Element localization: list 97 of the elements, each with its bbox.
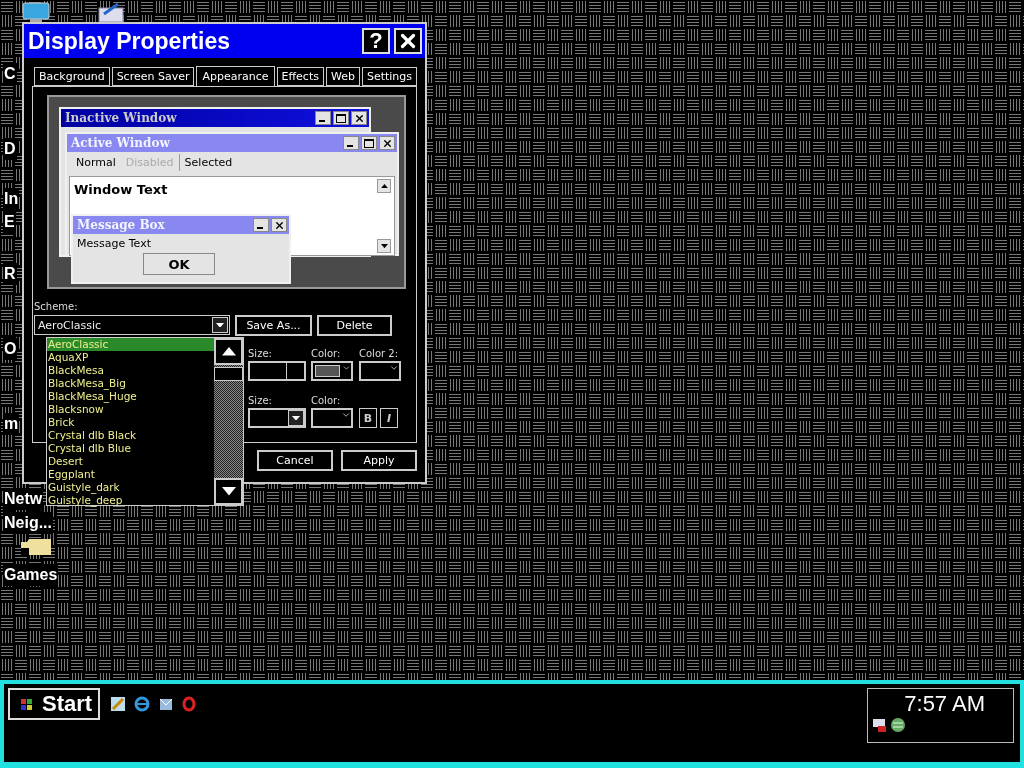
desktop-icon-label[interactable]: C: [3, 63, 17, 85]
message-text: Message Text: [76, 236, 152, 252]
pencil-icon[interactable]: [110, 696, 127, 712]
scheme-option[interactable]: Guistyle_dark: [47, 481, 214, 494]
chevron-down-icon: [341, 410, 351, 420]
menu-item[interactable]: Selected: [178, 153, 238, 171]
bold-button[interactable]: B: [359, 408, 377, 428]
scroll-up-button[interactable]: [214, 338, 243, 365]
scrollbar[interactable]: [214, 338, 243, 505]
globe-icon[interactable]: [890, 717, 906, 733]
down-arrow-icon: [380, 243, 388, 249]
minimize-button[interactable]: [253, 218, 269, 232]
italic-button[interactable]: I: [380, 408, 398, 428]
tab[interactable]: Screen Saver: [111, 67, 195, 86]
window-text: Window Text: [74, 182, 168, 197]
save-as-button[interactable]: Save As...: [235, 315, 312, 336]
color-picker[interactable]: [311, 361, 353, 381]
minimize-button[interactable]: [315, 111, 331, 125]
browser-icon[interactable]: [134, 696, 151, 712]
desktop-icon-label[interactable]: O: [3, 338, 18, 360]
close-button[interactable]: [351, 111, 367, 125]
network-shortcut-icon[interactable]: [96, 2, 126, 22]
tab[interactable]: Settings: [361, 67, 418, 86]
speaker-icon[interactable]: [872, 717, 888, 733]
scheme-option[interactable]: Crystal dlb Blue: [47, 442, 214, 455]
close-icon: [381, 137, 393, 149]
size-label: Size:: [248, 395, 273, 406]
ring-icon[interactable]: [182, 696, 197, 712]
scheme-option[interactable]: Desert: [47, 455, 214, 468]
down-arrow-icon: [216, 322, 224, 328]
clock: 7:57 AM: [903, 691, 986, 717]
scroll-up-button[interactable]: [377, 179, 391, 193]
size-spinner[interactable]: [248, 361, 306, 381]
scheme-label: Scheme:: [34, 301, 79, 312]
help-button[interactable]: ?: [362, 28, 390, 54]
scheme-option[interactable]: Eggplant: [47, 468, 214, 481]
scheme-option[interactable]: BlackMesa: [47, 364, 214, 377]
scheme-option[interactable]: AeroClassic: [47, 338, 214, 351]
desktop-icon-label[interactable]: In: [3, 188, 20, 210]
down-arrow-icon: [221, 487, 236, 496]
maximize-icon: [336, 113, 346, 123]
chevron-down-icon: [389, 363, 399, 373]
tab[interactable]: Background: [34, 67, 110, 86]
scheme-option[interactable]: BlackMesa_Big: [47, 377, 214, 390]
color-label: Color:: [311, 395, 342, 406]
font-color-picker[interactable]: [311, 408, 353, 428]
desktop-icon-label[interactable]: Netw: [3, 488, 44, 510]
desktop-icon-label[interactable]: m: [3, 413, 20, 435]
maximize-button[interactable]: [333, 111, 349, 125]
tab[interactable]: Appearance: [196, 66, 275, 87]
delete-button[interactable]: Delete: [317, 315, 392, 336]
monitor-icon[interactable]: [22, 2, 50, 22]
cancel-button[interactable]: Cancel: [257, 450, 333, 471]
close-button[interactable]: [271, 218, 287, 232]
mail-icon[interactable]: [158, 696, 175, 712]
active-window-title: Active Window: [71, 136, 171, 150]
color-label: Color:: [311, 348, 342, 359]
chevron-down-icon: [342, 363, 351, 373]
menu-item[interactable]: Normal: [71, 153, 121, 171]
flag-icon: [20, 697, 34, 711]
color-2-picker[interactable]: [359, 361, 401, 381]
ok-button[interactable]: OK: [143, 253, 215, 275]
scheme-option[interactable]: Brick: [47, 416, 214, 429]
desktop-icon-label[interactable]: E: [3, 211, 16, 233]
minimize-button[interactable]: [343, 136, 359, 150]
inactive-window-title: Inactive Window: [65, 111, 178, 125]
close-icon: [353, 112, 365, 124]
up-arrow-icon: [221, 347, 236, 356]
scheme-dropdown[interactable]: AeroClassic: [34, 315, 230, 335]
desktop-icon-label[interactable]: Games: [3, 564, 59, 586]
desktop-icon-label[interactable]: Neig...: [3, 512, 53, 534]
size-label: Size:: [248, 348, 273, 359]
close-icon: [273, 219, 285, 231]
start-button[interactable]: Start: [8, 688, 101, 720]
message-box-title: Message Box: [77, 218, 166, 232]
down-arrow-icon: [292, 415, 300, 421]
desktop-icon-label[interactable]: D: [3, 138, 17, 160]
scroll-down-button[interactable]: [377, 239, 391, 253]
scroll-thumb[interactable]: [214, 367, 243, 381]
color-2-label: Color 2:: [359, 348, 400, 359]
scheme-option[interactable]: Blacksnow: [47, 403, 214, 416]
close-button[interactable]: [379, 136, 395, 150]
scheme-option[interactable]: BlackMesa_Huge: [47, 390, 214, 403]
scheme-option[interactable]: AquaXP: [47, 351, 214, 364]
desktop-icon-label[interactable]: R: [3, 263, 17, 285]
tab[interactable]: Web: [325, 67, 360, 86]
window-title: Display Properties: [28, 27, 231, 55]
scheme-option[interactable]: Guistyle_deep: [47, 494, 214, 507]
up-arrow-icon: [380, 183, 388, 189]
apply-button[interactable]: Apply: [341, 450, 417, 471]
maximize-icon: [364, 138, 374, 148]
folder-icon[interactable]: [20, 538, 54, 556]
tab[interactable]: Effects: [276, 67, 324, 86]
scheme-option[interactable]: Crystal dlb Black: [47, 429, 214, 442]
maximize-button[interactable]: [361, 136, 377, 150]
scroll-down-button[interactable]: [214, 478, 243, 505]
font-size-dropdown[interactable]: [248, 408, 306, 428]
